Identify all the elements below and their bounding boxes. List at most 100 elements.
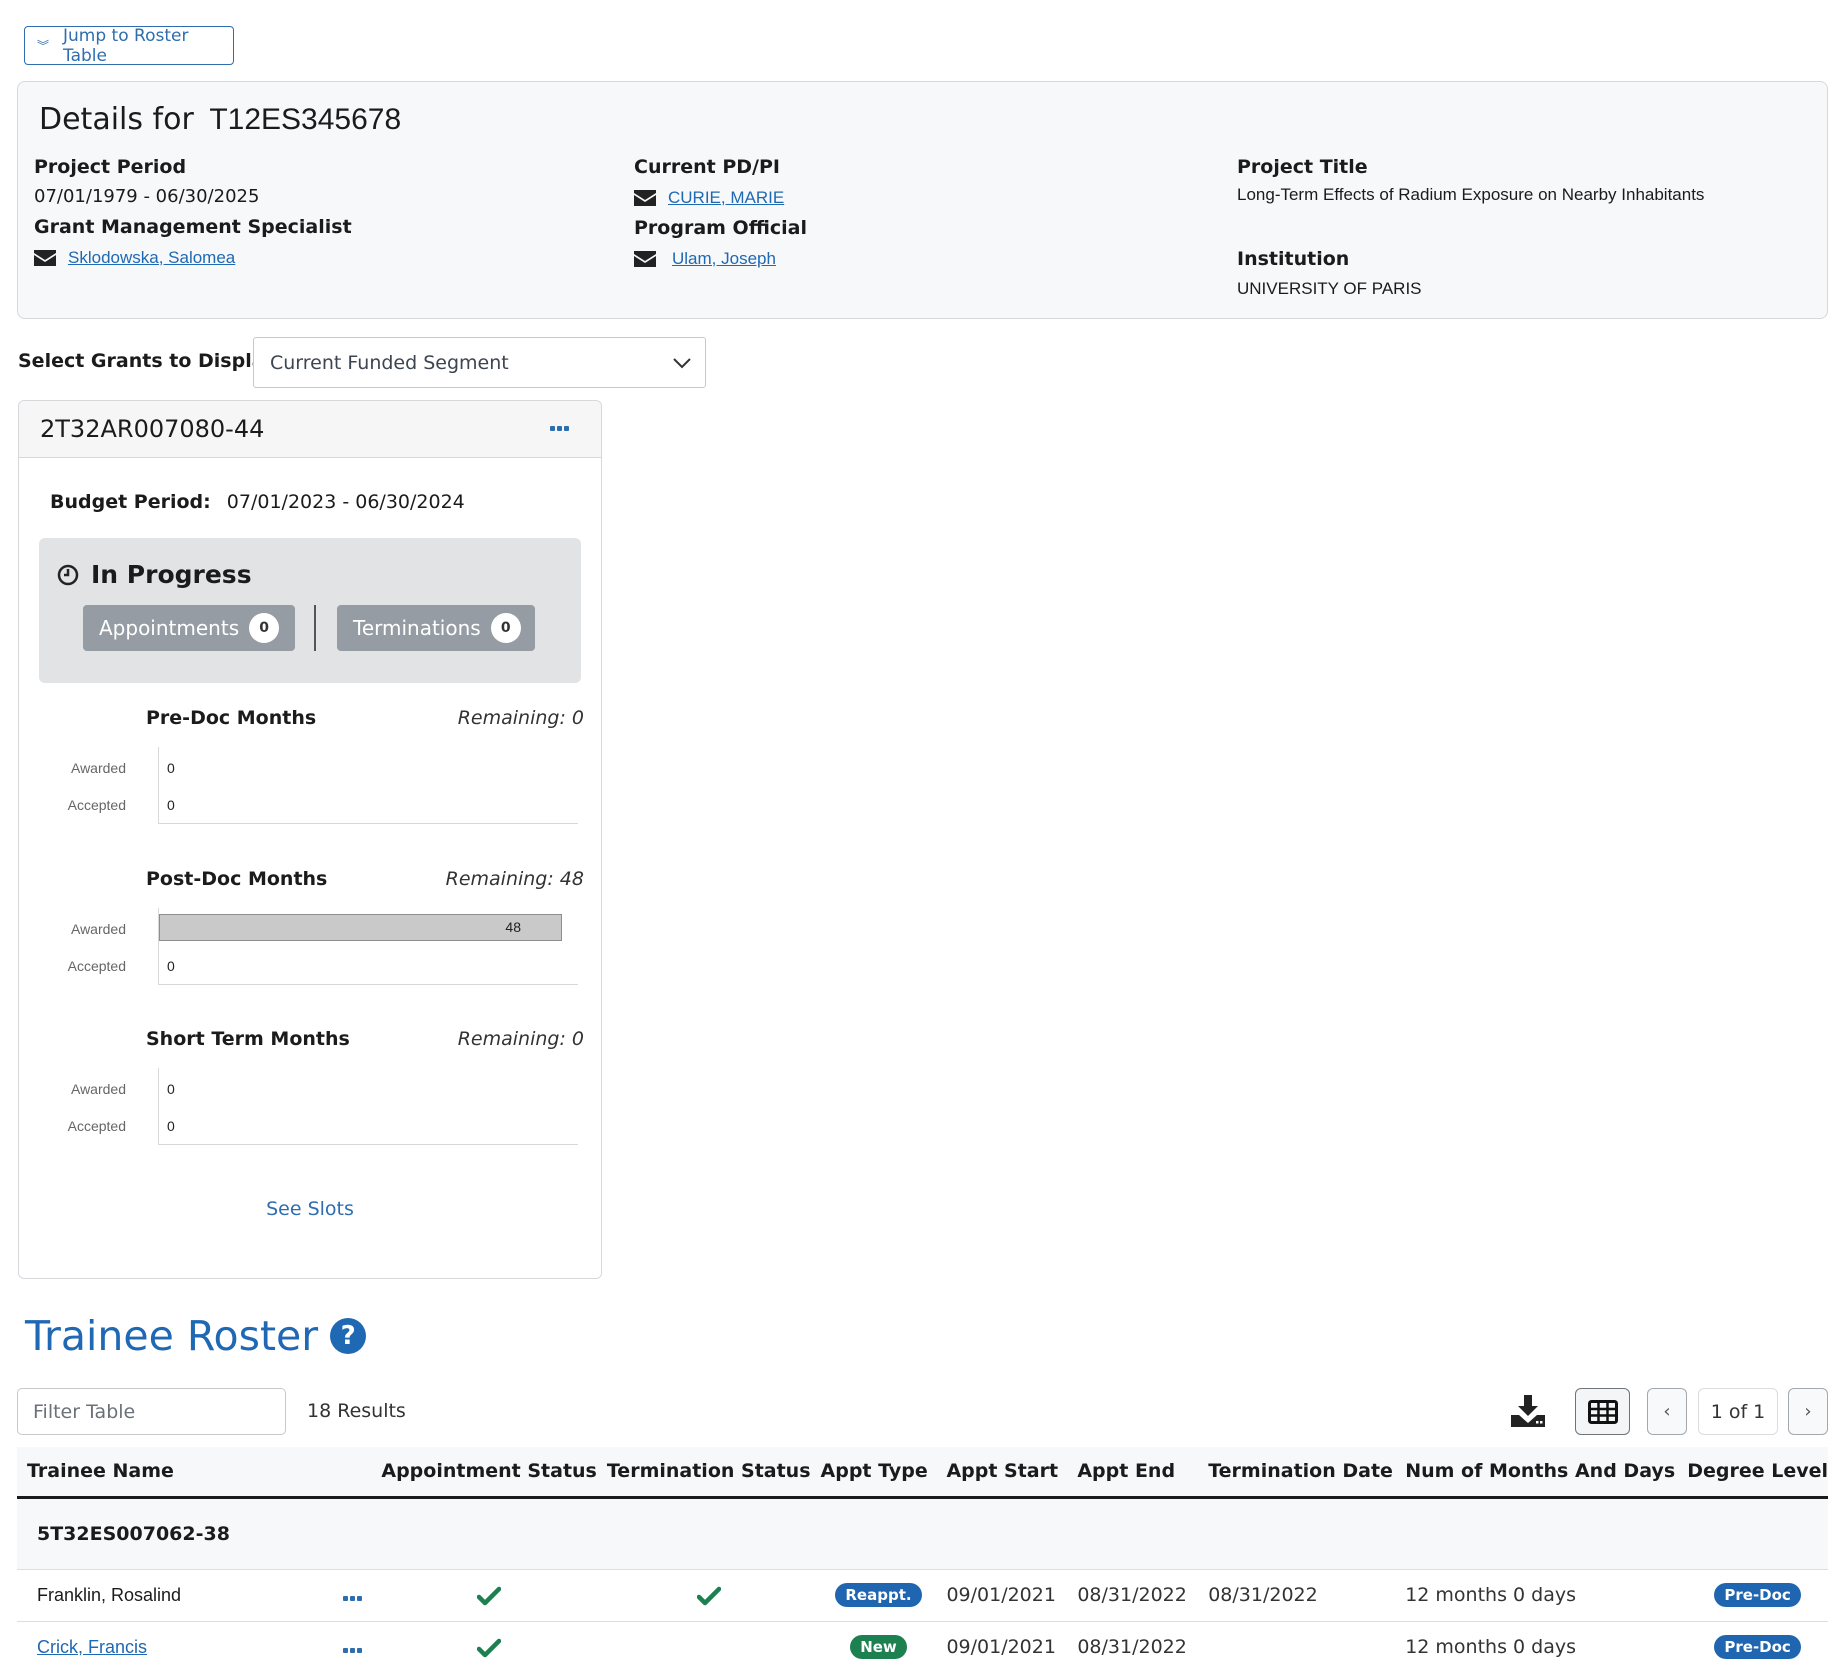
gms-label: Grant Management Specialist	[34, 216, 352, 238]
col-termination-date[interactable]: Termination Date	[1198, 1447, 1396, 1499]
more-options-icon[interactable]	[343, 1596, 363, 1601]
more-options-icon[interactable]	[343, 1648, 363, 1653]
appointments-button[interactable]: Appointments 0	[83, 605, 295, 651]
pre-doc-months: Pre-Doc Months Remaining: 0 Awarded 0 Ac…	[39, 707, 584, 827]
project-title-label: Project Title	[1237, 156, 1368, 178]
jump-to-roster-button[interactable]: ︾ Jump to Roster Table	[24, 26, 234, 66]
degree-level-badge: Pre-Doc	[1714, 1635, 1801, 1659]
months-title: Short Term Months	[146, 1028, 350, 1050]
accepted-value: 0	[167, 797, 175, 813]
roster-title: Trainee Roster ?	[25, 1312, 367, 1360]
awarded-bar: 48	[159, 914, 562, 941]
awarded-label: Awarded	[70, 1081, 126, 1097]
see-slots-link[interactable]: See Slots	[19, 1198, 601, 1220]
post-doc-months: Post-Doc Months Remaining: 48 Awarded 48…	[39, 868, 584, 988]
help-icon[interactable]: ?	[330, 1318, 367, 1354]
details-grant-id: T12ES345678	[209, 103, 402, 136]
institution-value: UNIVERSITY OF PARIS	[1237, 279, 1422, 298]
check-icon	[696, 1586, 721, 1605]
appointment-status	[371, 1621, 597, 1666]
gms-link[interactable]: Sklodowska, Salomea	[68, 248, 235, 268]
awarded-value: 0	[167, 1081, 175, 1097]
termination-status	[596, 1569, 811, 1622]
trainee-name-link[interactable]: Crick, Francis	[37, 1637, 147, 1657]
appt-type-badge: Reappt.	[835, 1583, 922, 1607]
appt-type-badge: New	[850, 1635, 907, 1659]
appt-end: 08/31/2022	[1067, 1569, 1199, 1622]
program-official-contact: Ulam, Joseph	[634, 243, 807, 274]
appointment-status	[371, 1569, 597, 1622]
months-remaining: Remaining: 0	[457, 1028, 584, 1050]
project-title-value: Long-Term Effects of Radium Exposure on …	[1237, 185, 1705, 204]
in-progress-title: In Progress	[57, 560, 252, 589]
envelope-icon[interactable]	[634, 250, 656, 267]
appt-end: 08/31/2022	[1067, 1621, 1199, 1666]
grant-card-header: 2T32AR007080-44	[19, 401, 601, 458]
details-col-3: Project Title Long-Term Effects of Radiu…	[1237, 152, 1704, 304]
chart-baseline	[158, 823, 578, 824]
envelope-icon[interactable]	[634, 189, 656, 206]
table-header-row: Trainee Name Appointment Status Terminat…	[17, 1447, 1828, 1499]
project-period-label: Project Period	[34, 156, 187, 178]
months-days: 12 months 0 days	[1395, 1569, 1678, 1622]
budget-period-label: Budget Period:	[50, 491, 211, 513]
budget-period-value: 07/01/2023 - 06/30/2024	[226, 491, 465, 513]
months-remaining: Remaining: 0	[457, 707, 584, 729]
grant-select-value: Current Funded Segment	[270, 351, 509, 374]
pdpi-label: Current PD/PI	[634, 156, 780, 178]
appt-type: Reappt.	[810, 1569, 937, 1622]
col-appointment-status[interactable]: Appointment Status	[371, 1447, 597, 1499]
trainee-name[interactable]: Crick, Francis	[17, 1621, 334, 1666]
more-options-icon[interactable]	[550, 426, 569, 431]
in-progress-panel: In Progress Appointments 0 Terminations …	[39, 538, 581, 683]
appt-start: 09/01/2021	[936, 1621, 1068, 1666]
chart-axis	[158, 1068, 159, 1144]
next-page-button[interactable]: ›	[1788, 1388, 1828, 1435]
row-actions[interactable]	[333, 1569, 372, 1622]
pdpi-link[interactable]: CURIE, MARIE	[668, 188, 784, 208]
months-title: Post-Doc Months	[146, 868, 328, 890]
appt-type: New	[810, 1621, 937, 1666]
program-official-link[interactable]: Ulam, Joseph	[672, 249, 776, 269]
group-grant-id: 5T32ES007062-38	[17, 1497, 1828, 1570]
col-actions	[333, 1447, 372, 1499]
details-col-1: Project Period 07/01/1979 - 06/30/2025 G…	[34, 152, 352, 273]
col-degree-level[interactable]: Degree Level	[1677, 1447, 1828, 1499]
download-icon[interactable]	[1511, 1395, 1545, 1427]
degree-level: Pre-Doc	[1677, 1621, 1828, 1666]
prev-page-button[interactable]: ‹	[1647, 1388, 1687, 1435]
envelope-icon[interactable]	[34, 249, 56, 266]
degree-level: Pre-Doc	[1677, 1569, 1828, 1622]
months-title: Pre-Doc Months	[146, 707, 317, 729]
col-months-days[interactable]: Num of Months And Days	[1395, 1447, 1678, 1499]
page-indicator: 1 of 1	[1698, 1388, 1778, 1435]
col-trainee-name[interactable]: Trainee Name	[17, 1447, 334, 1499]
col-appt-start[interactable]: Appt Start	[936, 1447, 1068, 1499]
terminations-button[interactable]: Terminations 0	[337, 605, 535, 651]
termination-date: 08/31/2022	[1198, 1569, 1396, 1622]
filter-table-input[interactable]	[17, 1388, 286, 1435]
budget-period: Budget Period: 07/01/2023 - 06/30/2024	[50, 491, 465, 513]
check-icon	[477, 1586, 502, 1605]
terminations-count: 0	[490, 613, 521, 643]
table-grid-icon	[1587, 1399, 1618, 1424]
row-actions[interactable]	[333, 1621, 372, 1666]
roster-title-text: Trainee Roster	[25, 1312, 319, 1360]
col-appt-end[interactable]: Appt End	[1067, 1447, 1199, 1499]
col-appt-type[interactable]: Appt Type	[810, 1447, 937, 1499]
col-termination-status[interactable]: Termination Status	[596, 1447, 811, 1499]
awarded-label: Awarded	[70, 760, 126, 776]
months-days: 12 months 0 days	[1395, 1621, 1678, 1666]
grant-select[interactable]: Current Funded Segment	[253, 337, 706, 388]
terminations-label: Terminations	[353, 616, 481, 640]
chart-axis	[158, 747, 159, 823]
appointments-label: Appointments	[99, 616, 240, 640]
details-title-prefix: Details for	[39, 102, 194, 137]
table-row: Crick, Francis New 09/01/2021 08/31/2022…	[17, 1621, 1828, 1666]
chart-baseline	[158, 1144, 578, 1145]
results-count: 18 Results	[307, 1400, 406, 1422]
divider	[314, 605, 316, 651]
column-toggle-button[interactable]	[1575, 1388, 1630, 1435]
double-chevron-down-icon: ︾	[37, 38, 50, 53]
awarded-label: Awarded	[70, 921, 126, 937]
